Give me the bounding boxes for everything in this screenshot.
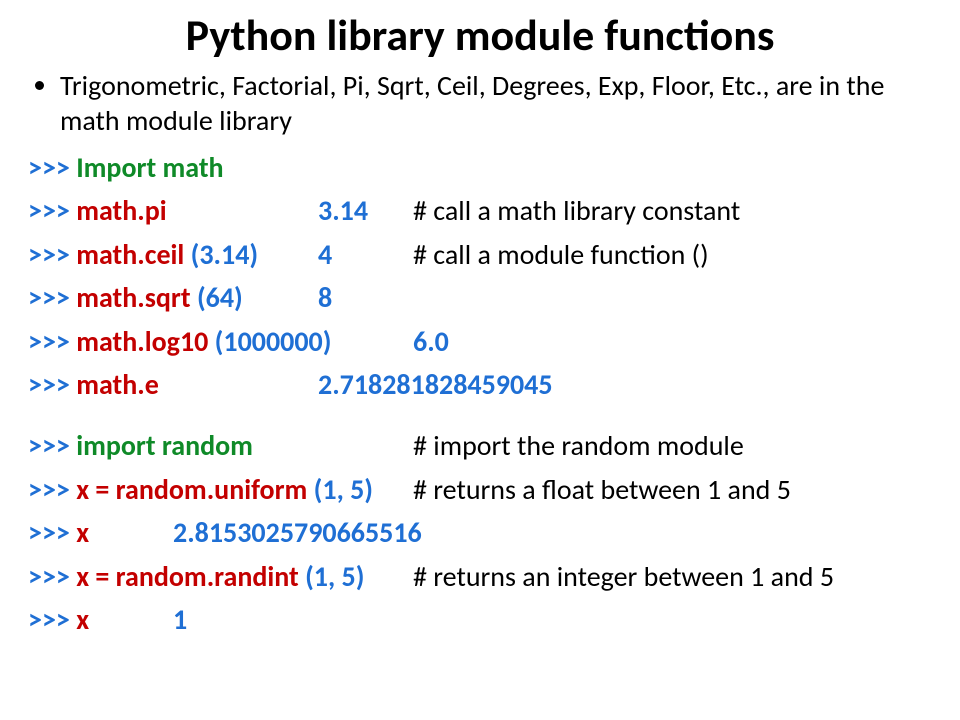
code-line-math-ceil: >>> math.ceil (3.14) 4 # call a module f… [28,233,932,276]
repl-prompt: >>> [28,515,70,550]
bullet-list: Trigonometric, Factorial, Pi, Sqrt, Ceil… [28,68,932,138]
result-x-randint: 1 [173,602,187,637]
code-x: x [76,602,89,637]
repl-prompt: >>> [28,280,70,315]
blank-line [28,406,932,424]
bullet-item: Trigonometric, Factorial, Pi, Sqrt, Ceil… [60,68,932,138]
comment-random-uniform: # returns a float between 1 and 5 [413,472,791,507]
code-math-sqrt: math.sqrt [76,280,197,315]
result-math-log10: 6.0 [413,324,449,359]
result-math-sqrt: 8 [318,280,332,315]
code-import-math: Import math [76,150,223,185]
code-line-random-randint: >>> x = random.randint (1, 5) # returns … [28,555,932,598]
code-line-import-random: >>> import random # import the random mo… [28,424,932,467]
code-math-log10: math.log10 [76,324,214,359]
code-line-random-uniform: >>> x = random.uniform (1, 5) # returns … [28,468,932,511]
slide-title: Python library module functions [28,8,932,62]
arg-math-ceil: (3.14) [191,237,259,272]
code-import-random: import random [76,428,253,463]
repl-prompt: >>> [28,150,70,185]
code-line-math-log10: >>> math.log10 (1000000) 6.0 [28,320,932,363]
code-line-math-sqrt: >>> math.sqrt (64) 8 [28,276,932,319]
repl-prompt: >>> [28,602,70,637]
result-math-ceil: 4 [318,237,332,272]
code-random-randint: x = random.randint [76,559,305,594]
repl-prompt: >>> [28,559,70,594]
code-math-ceil: math.ceil [76,237,190,272]
code-line-x-uniform: >>> x 2.8153025790665516 [28,511,932,554]
repl-prompt: >>> [28,428,70,463]
repl-prompt: >>> [28,472,70,507]
repl-prompt: >>> [28,367,70,402]
result-math-e: 2.718281828459045 [318,367,553,402]
code-line-import-math: >>> Import math [28,146,932,189]
repl-prompt: >>> [28,237,70,272]
comment-math-pi: # call a math library constant [413,193,740,228]
comment-random-randint: # returns an integer between 1 and 5 [413,559,834,594]
repl-prompt: >>> [28,193,70,228]
code-math-e: math.e [76,367,159,402]
code-line-math-pi: >>> math.pi 3.14 # call a math library c… [28,189,932,232]
arg-random-uniform: (1, 5) [314,472,373,507]
repl-prompt: >>> [28,324,70,359]
arg-math-log10: (1000000) [215,324,332,359]
result-math-pi: 3.14 [318,193,368,228]
result-x-uniform: 2.8153025790665516 [173,515,422,550]
code-line-x-randint: >>> x 1 [28,598,932,641]
code-x: x [76,515,89,550]
code-random-uniform: x = random.uniform [76,472,313,507]
code-math-pi: math.pi [76,193,166,228]
slide: Python library module functions Trigonom… [0,0,960,720]
comment-math-ceil: # call a module function () [413,237,709,272]
arg-math-sqrt: (64) [197,280,243,315]
arg-random-randint: (1, 5) [305,559,364,594]
code-line-math-e: >>> math.e 2.718281828459045 [28,363,932,406]
comment-import-random: # import the random module [413,428,744,463]
